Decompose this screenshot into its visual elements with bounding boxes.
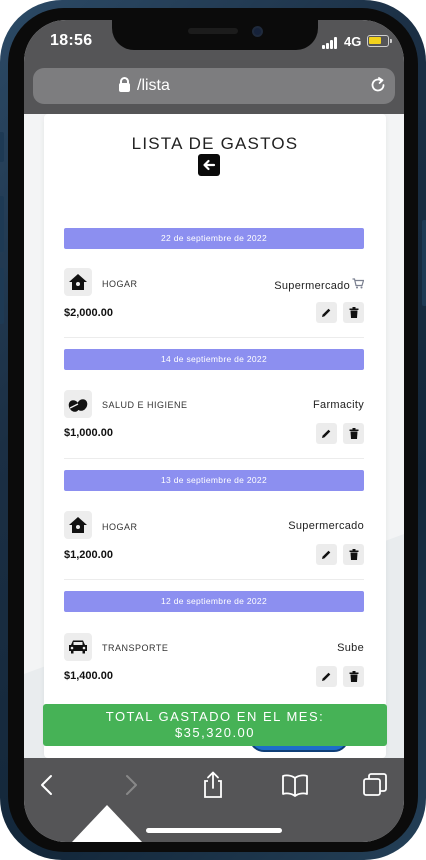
pencil-icon	[322, 429, 331, 438]
trash-icon	[349, 671, 358, 682]
browser-address-area: /lista	[24, 64, 404, 114]
status-time: 18:56	[50, 32, 93, 49]
battery-icon	[367, 35, 392, 47]
category-name: SALUD E HIGIENE	[102, 400, 188, 410]
home-indicator[interactable]	[146, 828, 282, 833]
pencil-icon	[322, 672, 331, 681]
pills-icon	[64, 390, 92, 418]
screen: 18:56 4G /lista LISTA DE GASTOS 22 de se…	[24, 20, 404, 842]
store-name: Supermercado	[288, 520, 364, 532]
speaker	[188, 28, 238, 34]
trash-icon	[349, 549, 358, 560]
edit-button[interactable]	[316, 666, 337, 687]
delete-button[interactable]	[343, 666, 364, 687]
divider	[64, 458, 364, 459]
car-icon	[64, 633, 92, 661]
expense-amount: $2,000.00	[64, 307, 113, 319]
expense-amount: $1,000.00	[64, 427, 113, 439]
status-bar: 18:56 4G	[24, 20, 404, 64]
trash-icon	[349, 307, 358, 318]
category-name: HOGAR	[102, 279, 138, 289]
back-button[interactable]	[198, 154, 220, 176]
page-title: LISTA DE GASTOS	[131, 134, 299, 153]
pencil-icon	[322, 308, 331, 317]
bookmarks-icon[interactable]	[280, 770, 310, 800]
store-name: Farmacity	[313, 399, 364, 411]
reload-icon[interactable]	[369, 76, 387, 94]
edit-button[interactable]	[316, 544, 337, 565]
house-icon	[64, 268, 92, 296]
pencil-icon	[322, 550, 331, 559]
expense-amount: $1,400.00	[64, 670, 113, 682]
expenses-card: LISTA DE GASTOS 22 de septiembre de 2022…	[44, 114, 386, 758]
store-name: Supermercado	[274, 278, 365, 292]
divider	[64, 579, 364, 580]
mute-switch	[0, 132, 4, 162]
lock-icon	[119, 77, 130, 93]
edit-button[interactable]	[316, 423, 337, 444]
tabs-icon[interactable]	[360, 770, 390, 800]
network-type: 4G	[344, 34, 362, 49]
notch	[112, 20, 318, 50]
forward-nav-icon[interactable]	[116, 770, 146, 800]
expense-amount: $1,200.00	[64, 549, 113, 561]
camera	[252, 26, 263, 37]
date-header: 14 de septiembre de 2022	[64, 349, 364, 370]
triangle-overlay	[72, 805, 142, 842]
volume-down-button	[0, 268, 4, 324]
back-nav-icon[interactable]	[32, 770, 62, 800]
page-content: LISTA DE GASTOS 22 de septiembre de 2022…	[24, 114, 404, 758]
store-name: Sube	[337, 642, 364, 654]
date-header: 13 de septiembre de 2022	[64, 470, 364, 491]
browser-toolbar	[24, 758, 404, 842]
url-text: /lista	[137, 77, 170, 94]
arrow-left-icon	[203, 159, 216, 171]
total-bar: TOTAL GASTADO EN EL MES: $35,320.00	[43, 704, 387, 746]
delete-button[interactable]	[343, 544, 364, 565]
divider	[64, 337, 364, 338]
signal-icon	[322, 37, 339, 49]
total-label: TOTAL GASTADO EN EL MES:	[105, 709, 325, 724]
house-icon	[64, 511, 92, 539]
delete-button[interactable]	[343, 423, 364, 444]
power-button	[422, 220, 426, 306]
address-bar[interactable]: /lista	[33, 68, 395, 104]
date-header: 22 de septiembre de 2022	[64, 228, 364, 249]
delete-button[interactable]	[343, 302, 364, 323]
trash-icon	[349, 428, 358, 439]
total-amount: $35,320.00	[174, 725, 256, 740]
share-icon[interactable]	[198, 770, 228, 800]
shopping-cart-icon	[352, 278, 365, 292]
category-name: TRANSPORTE	[102, 643, 169, 653]
edit-button[interactable]	[316, 302, 337, 323]
category-name: HOGAR	[102, 522, 138, 532]
date-header: 12 de septiembre de 2022	[64, 591, 364, 612]
volume-up-button	[0, 196, 4, 252]
